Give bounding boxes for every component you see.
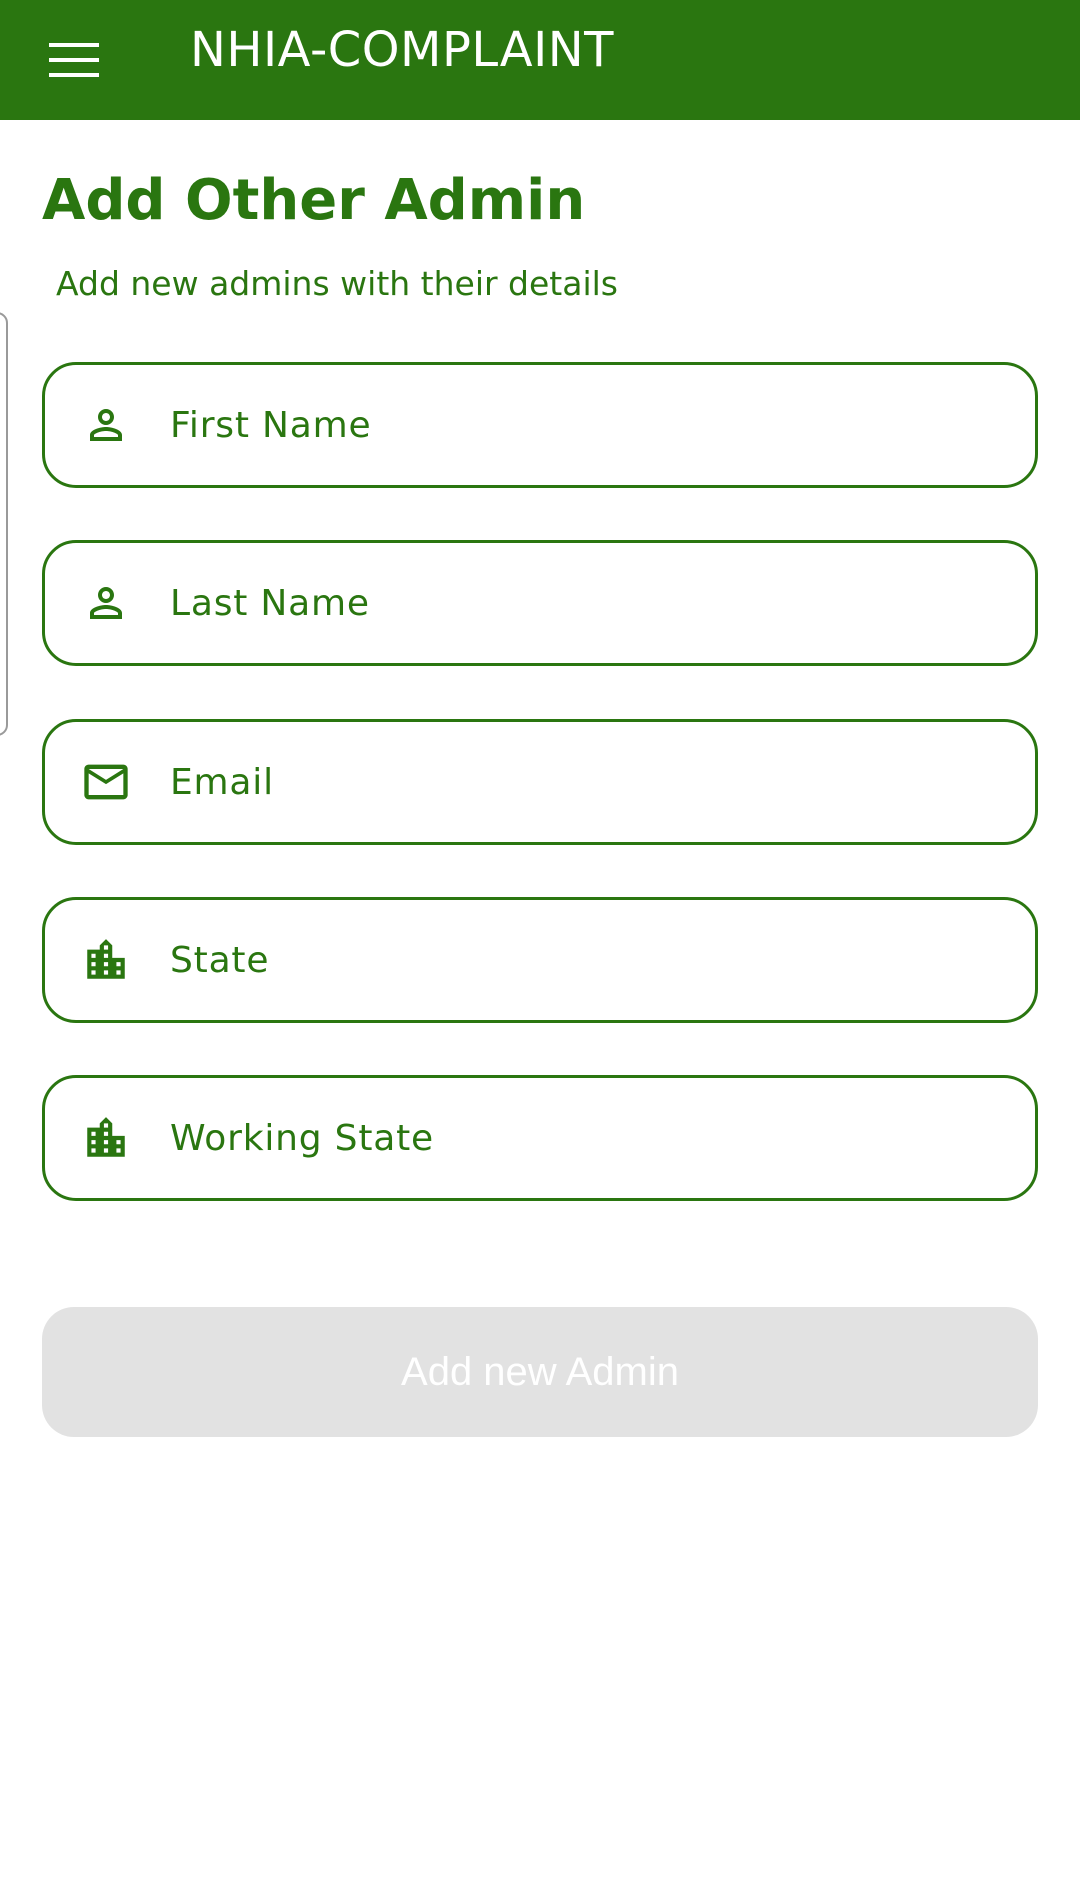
person-icon bbox=[79, 398, 133, 452]
page-title: Add Other Admin bbox=[42, 168, 586, 233]
person-icon bbox=[79, 576, 133, 630]
app-title: NHIA-COMPLAINT bbox=[190, 22, 614, 78]
mail-icon bbox=[79, 755, 133, 809]
last-name-input[interactable] bbox=[170, 543, 1005, 663]
last-name-field[interactable] bbox=[42, 540, 1038, 666]
city-icon bbox=[79, 1111, 133, 1165]
city-icon bbox=[79, 933, 133, 987]
first-name-input[interactable] bbox=[170, 365, 1005, 485]
app-bar: NHIA-COMPLAINT bbox=[0, 0, 1080, 120]
state-input[interactable] bbox=[170, 900, 1005, 1020]
first-name-field[interactable] bbox=[42, 362, 1038, 488]
email-field[interactable] bbox=[42, 719, 1038, 845]
hamburger-menu-icon bbox=[49, 43, 99, 77]
working-state-input[interactable] bbox=[170, 1078, 1005, 1198]
offscreen-card-edge bbox=[0, 312, 8, 736]
email-input[interactable] bbox=[170, 722, 1005, 842]
add-new-admin-button[interactable]: Add new Admin bbox=[42, 1307, 1038, 1437]
state-field[interactable] bbox=[42, 897, 1038, 1023]
menu-button[interactable] bbox=[42, 28, 106, 92]
page-subtitle: Add new admins with their details bbox=[56, 264, 618, 303]
working-state-field[interactable] bbox=[42, 1075, 1038, 1201]
